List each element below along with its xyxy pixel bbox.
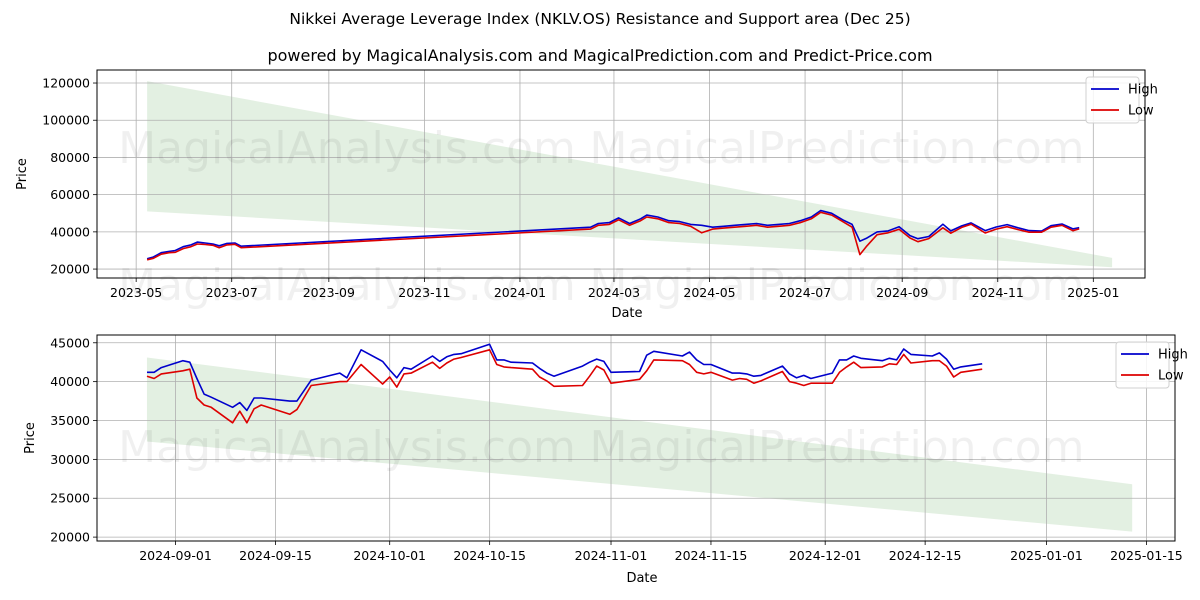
y-tick-label: 20000 bbox=[50, 262, 90, 277]
watermark-text: MagicalAnalysis.com bbox=[118, 260, 576, 311]
legend: High Low bbox=[1085, 76, 1158, 124]
y-axis-label: Price bbox=[15, 158, 30, 190]
x-tick-label: 2024-09-15 bbox=[239, 548, 312, 563]
x-tick-label: 2024-09-01 bbox=[139, 548, 212, 563]
watermark-text: MagicalPrediction.com bbox=[590, 123, 1085, 174]
legend: High Low bbox=[1115, 341, 1188, 389]
support-resistance-band bbox=[147, 81, 1113, 268]
x-tick-label: 2025-01-15 bbox=[1110, 548, 1183, 563]
watermark-text: MagicalAnalysis.com bbox=[118, 422, 576, 473]
y-tick-label: 40000 bbox=[50, 374, 90, 389]
legend-label-high: High bbox=[1158, 348, 1188, 363]
x-tick-label: 2024-12-01 bbox=[789, 548, 862, 563]
y-tick-label: 40000 bbox=[50, 224, 90, 239]
chart-canvas: 2023-05 2023-07 2023-09 2023-11 2024-01 2024-… bbox=[15, 69, 1188, 586]
y-tick-label: 45000 bbox=[50, 335, 90, 350]
x-tick-label: 2024-12-15 bbox=[889, 548, 962, 563]
x-tick-label: 2025-01-01 bbox=[1010, 548, 1083, 563]
y-tick-label: 30000 bbox=[50, 452, 90, 467]
y-tick-label: 80000 bbox=[50, 150, 90, 165]
y-tick-label: 120000 bbox=[42, 76, 90, 91]
x-tick-label: 2024-11-15 bbox=[675, 548, 748, 563]
chart-panel-1: 2023-05 2023-07 2023-09 2023-11 2024-01 2024-… bbox=[15, 69, 1158, 321]
y-tick-label: 100000 bbox=[42, 113, 90, 128]
watermark-text: MagicalPrediction.com bbox=[590, 422, 1085, 473]
legend-label-high: High bbox=[1128, 83, 1158, 98]
y-tick-label: 60000 bbox=[50, 187, 90, 202]
y-axis-label: Price bbox=[23, 422, 38, 454]
x-axis-label: Date bbox=[611, 306, 642, 321]
x-tick-label: 2024-10-01 bbox=[353, 548, 426, 563]
watermark-text: MagicalAnalysis.com bbox=[118, 123, 576, 174]
y-tick-label: 20000 bbox=[50, 530, 90, 545]
y-tick-label: 25000 bbox=[50, 491, 90, 506]
x-tick-label: 2024-11-01 bbox=[575, 548, 648, 563]
y-tick-label: 35000 bbox=[50, 413, 90, 428]
x-tick-label: 2024-10-15 bbox=[453, 548, 526, 563]
chart-panel-2: 2024-09-01 2024-09-15 2024-10-01 2024-10-15… bbox=[23, 334, 1188, 586]
watermark-text: MagicalPrediction.com bbox=[590, 260, 1085, 311]
legend-label-low: Low bbox=[1128, 104, 1154, 119]
legend-label-low: Low bbox=[1158, 369, 1184, 384]
x-axis-label: Date bbox=[626, 571, 657, 586]
